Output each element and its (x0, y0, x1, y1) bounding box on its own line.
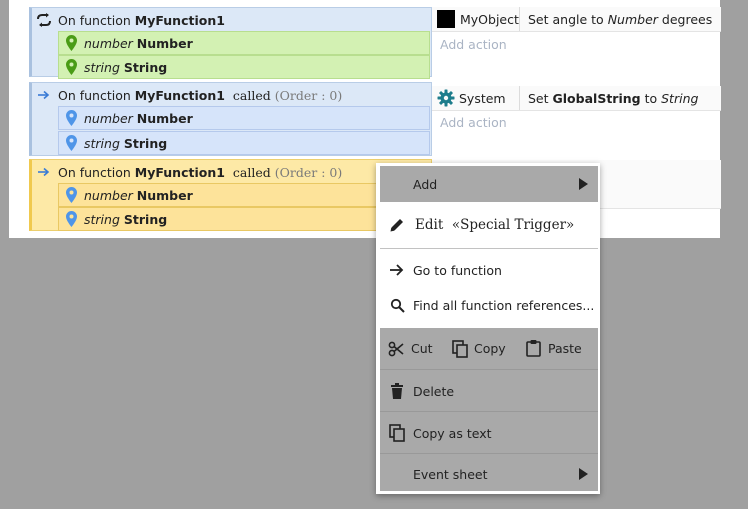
recurring-icon (36, 13, 52, 27)
event-3-prefix: On function (58, 164, 131, 180)
menu-separator (380, 411, 598, 412)
action-text: Set angle to Number degrees (528, 11, 713, 27)
event-2-called: called (232, 87, 271, 103)
event-3-function-name: MyFunction1 (134, 164, 225, 180)
param-type: string (84, 135, 120, 151)
event-1-prefix: On function (58, 12, 131, 28)
menu-item-add[interactable]: Add (380, 169, 598, 199)
search-icon (388, 297, 406, 313)
location-pin-icon (65, 110, 79, 126)
arrow-right-icon (36, 90, 52, 100)
paste-button[interactable]: Paste (522, 334, 598, 364)
event-1-param-number[interactable]: number Number (58, 31, 430, 55)
event-2-header[interactable]: On function MyFunction1 called (Order : … (36, 86, 342, 104)
event-2-param-string[interactable]: string String (58, 131, 430, 155)
submenu-arrow-icon (579, 468, 588, 483)
copy-icon (388, 424, 406, 442)
event-3-param-string[interactable]: string String (58, 207, 430, 231)
menu-separator (380, 453, 598, 454)
location-pin-icon (65, 187, 79, 203)
menu-row-clipboard: Cut Copy Paste (380, 334, 598, 364)
menu-item-find-references[interactable]: Find all function references... (380, 290, 598, 320)
menu-item-delete[interactable]: Delete (380, 376, 598, 406)
location-pin-icon (65, 211, 79, 227)
event-2-action[interactable]: System Set GlobalString to String (432, 86, 721, 111)
event-2-prefix: On function (58, 87, 131, 103)
param-type: number (84, 110, 133, 126)
event-sheet: On function MyFunction1 number Number str… (9, 0, 721, 238)
menu-separator (380, 369, 598, 370)
param-type: number (84, 187, 133, 203)
action-object: System (432, 86, 520, 110)
event-1-function-name: MyFunction1 (134, 12, 225, 28)
param-type: number (84, 35, 133, 51)
arrow-right-icon (36, 167, 52, 177)
copy-icon (452, 340, 468, 361)
action-text: Set GlobalString to String (528, 90, 699, 106)
event-1-add-action[interactable]: Add action (440, 37, 507, 52)
pencil-icon (388, 217, 406, 233)
location-pin-icon (65, 59, 79, 75)
param-name: Number (136, 187, 193, 203)
context-menu: Add Edit «Special Trigger» Go to functio… (376, 163, 600, 494)
event-2-function-name: MyFunction1 (134, 87, 225, 103)
param-name: Number (136, 35, 193, 51)
param-name: Number (136, 110, 193, 126)
param-name: String (123, 135, 168, 151)
cut-button[interactable]: Cut (380, 334, 440, 364)
event-3[interactable]: On function MyFunction1 called (Order : … (29, 159, 432, 231)
clipboard-icon (526, 339, 541, 360)
trash-icon (388, 383, 406, 399)
menu-item-event-sheet[interactable]: Event sheet (380, 459, 598, 489)
gear-icon (437, 89, 455, 107)
location-pin-icon (65, 35, 79, 51)
event-1-action[interactable]: MyObject Set angle to Number degrees (432, 7, 721, 32)
menu-separator (380, 248, 598, 249)
param-type: string (84, 59, 120, 75)
event-3-param-number[interactable]: number Number (58, 183, 430, 207)
event-3-header[interactable]: On function MyFunction1 called (Order : … (36, 163, 342, 181)
event-1-param-string[interactable]: string String (58, 55, 430, 79)
menu-item-copy-as-text[interactable]: Copy as text (380, 418, 598, 448)
param-name: String (123, 59, 168, 75)
copy-button[interactable]: Copy (448, 334, 518, 364)
submenu-arrow-icon (579, 178, 588, 193)
event-3-called: called (232, 164, 271, 180)
event-1-header[interactable]: On function MyFunction1 (36, 11, 225, 29)
object-thumbnail-icon (437, 10, 455, 28)
param-name: String (123, 211, 168, 227)
param-type: string (84, 211, 120, 227)
event-2-order: (Order : 0) (274, 87, 343, 103)
scissors-icon (388, 341, 404, 360)
event-2-param-number[interactable]: number Number (58, 106, 430, 130)
event-1[interactable]: On function MyFunction1 number Number str… (29, 7, 432, 79)
menu-item-edit[interactable]: Edit «Special Trigger» (380, 210, 598, 240)
event-2[interactable]: On function MyFunction1 called (Order : … (29, 82, 432, 156)
action-object: MyObject (432, 7, 520, 31)
menu-item-go-to-function[interactable]: Go to function (380, 255, 598, 285)
location-pin-icon (65, 135, 79, 151)
arrow-right-icon (388, 262, 406, 278)
event-2-add-action[interactable]: Add action (440, 115, 507, 130)
event-3-order: (Order : 0) (274, 164, 343, 180)
